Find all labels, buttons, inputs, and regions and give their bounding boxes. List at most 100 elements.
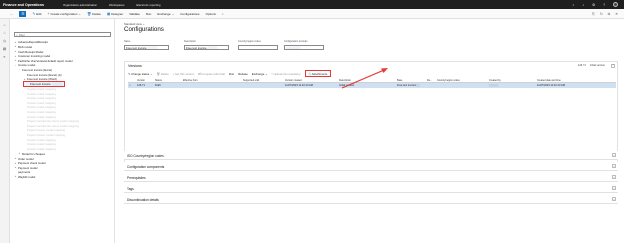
collapse-icon[interactable]: ⌃	[611, 63, 615, 68]
chevron-down-icon[interactable]: ⌄	[612, 153, 616, 157]
configuration-tree: ⌕ +AdvanceDepositReceipt +BAS model +Cas…	[11, 19, 115, 243]
top-bar-actions: ⌕ ♪ ⚙ ?	[572, 2, 618, 7]
options-menu[interactable]: Options	[206, 12, 216, 16]
fasttab-configuration-components[interactable]: Configuration components ⌄	[124, 162, 618, 171]
get-this-version-button[interactable]: ⤓ Get this version	[173, 72, 194, 76]
main-content: Standard view ⌄ Configurations Name Free…	[116, 19, 624, 243]
page-title: Configurations	[124, 26, 164, 33]
column-header[interactable]: Country/region codes	[436, 79, 488, 82]
action-pane-right: ⎘ ↻ ⧉ ✕	[592, 12, 618, 16]
chevron-down-icon[interactable]: ⌄	[612, 164, 616, 168]
description-input[interactable]: Free text invoice ▒▒▒▒▒	[184, 45, 229, 50]
bell-icon[interactable]: ♪	[582, 3, 584, 7]
fasttab-prerequisites[interactable]: Prerequisites ⌄	[124, 173, 618, 182]
delete-version-button[interactable]: 🗑 Delete	[156, 72, 168, 76]
fasttab-iso-country-region-codes[interactable]: ISO Country/region codes ⌄	[124, 151, 618, 160]
tree-node[interactable]: Invoice model mapping	[27, 146, 56, 151]
trash-icon: 🗑	[156, 71, 160, 76]
search-button[interactable]: ⌕	[222, 12, 224, 16]
delete-button[interactable]: 🗑 Delete	[87, 12, 101, 16]
chevron-down-icon[interactable]: ⌄	[612, 197, 616, 201]
create-configuration-button[interactable]: + Create configuration ⌄	[47, 12, 81, 16]
close-icon[interactable]: ✕	[615, 12, 618, 16]
tree-node[interactable]: + Waybill model	[14, 175, 36, 180]
workspace-icon[interactable]: ▤	[3, 47, 6, 51]
exchange-version-menu[interactable]: Exchange ⌄	[252, 72, 268, 76]
breadcrumb-workspaces[interactable]: Workspaces	[109, 3, 124, 7]
list-icon[interactable]: ≡	[4, 55, 6, 59]
configuration-provider-field: Configuration provider ▒▒▒▒▒▒▒	[284, 40, 324, 50]
fasttab-tags[interactable]: Tags ⌄	[124, 184, 618, 193]
gear-icon[interactable]: ⚙	[592, 3, 595, 7]
column-header[interactable]: Created by	[488, 79, 536, 82]
compare-with-draft-button[interactable]: ⇄ Compare with draft	[198, 72, 225, 76]
designer-icon: ▦	[106, 11, 111, 16]
attach-icon[interactable]: ⎘	[592, 12, 595, 16]
row-check-icon[interactable]: ✓	[128, 84, 136, 87]
navigation-rail: ⌂ ☆ ◷ ▤ ≡	[0, 19, 10, 243]
breadcrumb-electronic-reporting[interactable]: Electronic reporting	[136, 3, 160, 7]
chevron-down-icon[interactable]: ⌄	[612, 175, 616, 179]
search-icon: ⌕	[221, 11, 224, 16]
search-icon: ⌕	[16, 32, 18, 37]
help-icon[interactable]: ?	[603, 3, 605, 7]
popout-icon[interactable]: ⧉	[608, 12, 610, 16]
column-header[interactable]: Supported until	[242, 79, 284, 82]
versions-summary: 126.71 Initial version	[577, 64, 605, 67]
chevron-down-icon: ⌄	[171, 11, 175, 16]
paperclip-icon: ⎘	[308, 71, 311, 76]
versions-title[interactable]: Versions	[128, 64, 142, 68]
name-field: Name Free text invoice ▒▒▒▒▒	[124, 40, 169, 50]
search-icon[interactable]: ⌕	[572, 3, 574, 7]
refresh-icon[interactable]: ↻	[600, 12, 603, 16]
country-region-input[interactable]	[238, 45, 278, 50]
column-header[interactable]: Base	[396, 79, 426, 82]
star-icon[interactable]: ☆	[3, 31, 6, 35]
edit-icon: ✎	[32, 11, 36, 16]
column-header[interactable]: Effective from	[182, 79, 242, 82]
column-header[interactable]: Version created	[284, 79, 338, 82]
configurations-menu[interactable]: Configurations	[180, 12, 199, 16]
run-button[interactable]: Run	[146, 12, 152, 16]
fasttab-discontinuation-details[interactable]: Discontinuation details ⌄	[124, 195, 618, 204]
designer-button[interactable]: ▦ Designer	[107, 12, 123, 16]
exchange-menu[interactable]: Exchange ⌄	[157, 12, 174, 16]
column-header[interactable]: Re...	[426, 79, 436, 82]
validate-button[interactable]: Validate	[129, 12, 140, 16]
change-status-button[interactable]: ✎ Change status ⌄	[128, 72, 152, 76]
chevron-down-icon: ⌄	[78, 11, 81, 16]
trash-icon: 🗑	[86, 11, 92, 16]
tree-filter-input[interactable]	[18, 32, 107, 37]
add-icon: +	[47, 11, 50, 16]
breadcrumb-organization[interactable]: Organization administration	[63, 3, 97, 7]
list-icon: ☰	[21, 11, 25, 16]
chevron-down-icon: ⌄	[265, 71, 268, 76]
column-header[interactable]: Version	[136, 79, 154, 82]
app-title: Finance and Operations	[3, 2, 44, 7]
attachments-button[interactable]: ⎘ Attachments	[304, 70, 332, 77]
name-input[interactable]: Free text invoice ▒▒▒▒▒	[124, 45, 169, 50]
upload-into-repository-button[interactable]: ⤒ Upload into repository	[271, 72, 300, 76]
tree-filter[interactable]: ⌕	[14, 32, 111, 37]
home-icon[interactable]: ⌂	[3, 23, 5, 27]
action-pane: ← ☰ ✎ Edit + Create configuration ⌄ 🗑 Delete…	[0, 9, 624, 19]
back-button[interactable]: ←	[10, 12, 13, 16]
compare-icon: ⇄	[198, 71, 201, 76]
top-bar: Finance and Operations Organization admi…	[0, 0, 624, 9]
run-version-button[interactable]: Run	[229, 72, 234, 76]
versions-toolbar: ✎ Change status ⌄ 🗑 Delete ⤓ Get this versio…	[128, 70, 332, 77]
description-field: Description Free text invoice ▒▒▒▒▒	[184, 40, 229, 50]
column-header[interactable]: Status	[154, 79, 182, 82]
edit-button[interactable]: ✎ Edit	[32, 12, 41, 16]
country-region-field: Country/region codes	[238, 40, 278, 50]
configuration-provider-input[interactable]: ▒▒▒▒▒▒▒	[284, 45, 324, 50]
column-header[interactable]: Created date and time	[536, 79, 614, 82]
back-arrow-icon: ←	[10, 11, 14, 16]
list-button[interactable]: ☰	[19, 10, 27, 17]
avatar[interactable]	[613, 2, 618, 7]
edit-icon: ✎	[128, 71, 131, 76]
clock-icon[interactable]: ◷	[3, 39, 6, 43]
annotation-arrow	[341, 68, 388, 89]
rebase-button[interactable]: Rebase	[238, 72, 248, 76]
chevron-down-icon[interactable]: ⌄	[612, 186, 616, 190]
